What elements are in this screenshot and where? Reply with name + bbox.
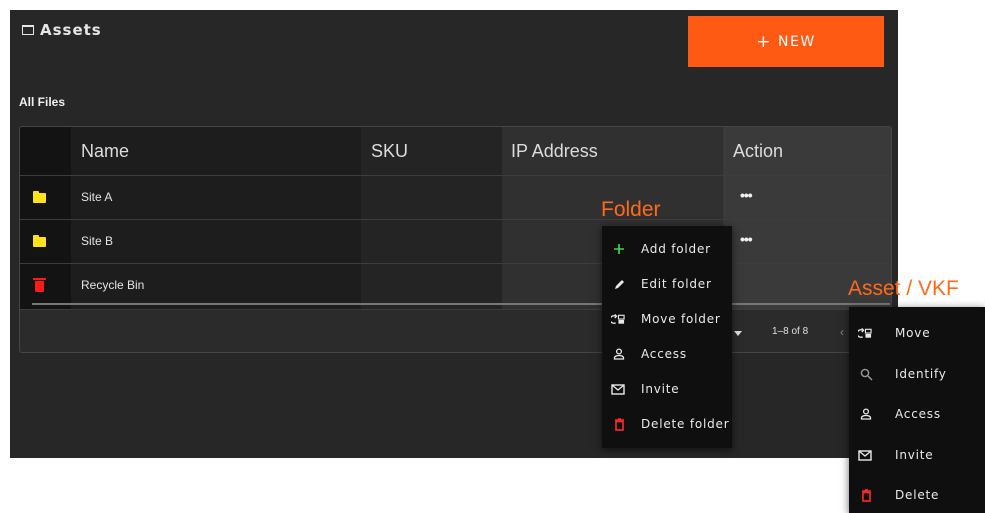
asset-context-menu: Move Identify Access Invite Delete	[849, 307, 985, 513]
row-action-menu[interactable]: •••	[740, 231, 753, 247]
asset-menu-title: Asset / VKF	[848, 277, 959, 300]
folder-icon	[33, 235, 46, 247]
search-icon	[859, 367, 873, 381]
menu-item-access[interactable]: Access	[602, 337, 732, 371]
files-table: Name SKU IP Address Action Site A ••• Si…	[19, 126, 892, 353]
menu-item-delete-folder[interactable]: Delete folder	[602, 407, 732, 441]
menu-item-label: Edit folder	[641, 277, 712, 291]
pagination-range: 1–8 of 8	[772, 326, 809, 337]
icon-column	[20, 127, 71, 309]
rows-per-page-dropdown[interactable]	[734, 331, 742, 336]
window-icon	[22, 25, 34, 35]
menu-item-move-folder[interactable]: Move folder	[602, 302, 732, 336]
folder-menu-title: Folder	[601, 198, 661, 221]
column-header-sku[interactable]: SKU	[371, 141, 408, 162]
menu-item-invite[interactable]: Invite	[602, 372, 732, 406]
column-header-ip[interactable]: IP Address	[511, 141, 598, 162]
menu-item-access[interactable]: Access	[849, 397, 985, 431]
app-title: Assets	[22, 21, 102, 39]
menu-item-identify[interactable]: Identify	[849, 357, 985, 391]
plus-icon	[612, 242, 626, 256]
person-icon	[859, 407, 873, 421]
mail-icon	[611, 382, 625, 396]
row-name: Site B	[81, 234, 114, 248]
row-divider	[20, 175, 891, 176]
row-name: Recycle Bin	[81, 278, 145, 292]
row-divider	[20, 263, 891, 264]
column-header-name[interactable]: Name	[81, 141, 129, 162]
section-label: All Files	[19, 95, 66, 109]
row-action-menu[interactable]: •••	[740, 187, 753, 203]
folder-icon	[33, 191, 46, 203]
column-header-action: Action	[733, 141, 784, 161]
pencil-icon	[612, 277, 626, 291]
person-icon	[612, 347, 626, 361]
menu-item-label: Access	[895, 407, 941, 421]
new-button-label: NEW	[778, 33, 816, 50]
menu-item-invite[interactable]: Invite	[849, 438, 985, 472]
trash-icon	[859, 488, 873, 502]
menu-item-add-folder[interactable]: Add folder	[602, 232, 732, 266]
row-divider	[20, 219, 891, 220]
prev-page-button[interactable]: ‹	[840, 325, 844, 339]
app-title-text: Assets	[40, 21, 102, 39]
row-divider	[20, 309, 891, 310]
new-button[interactable]: + NEW	[688, 16, 884, 67]
menu-item-label: Access	[641, 347, 687, 361]
menu-item-label: Move folder	[641, 312, 721, 326]
trash-icon	[33, 278, 46, 292]
trash-icon	[612, 417, 626, 431]
row-name: Site A	[81, 190, 113, 204]
menu-item-move[interactable]: Move	[849, 316, 985, 350]
menu-item-label: Invite	[641, 382, 680, 396]
menu-item-label: Invite	[895, 448, 934, 462]
mail-icon	[858, 448, 872, 462]
menu-item-label: Delete	[895, 488, 940, 502]
menu-item-label: Identify	[895, 367, 947, 381]
menu-item-edit-folder[interactable]: Edit folder	[602, 267, 732, 301]
menu-item-delete[interactable]: Delete	[849, 478, 985, 512]
plus-icon: +	[756, 31, 773, 52]
move-icon	[611, 312, 625, 326]
menu-item-label: Add folder	[641, 242, 711, 256]
menu-item-label: Delete folder	[641, 417, 730, 431]
horizontal-scrollbar[interactable]	[32, 303, 890, 305]
folder-context-menu: Add folder Edit folder Move folder Acces…	[602, 226, 732, 448]
move-icon	[858, 326, 872, 340]
menu-item-label: Move	[895, 326, 931, 340]
